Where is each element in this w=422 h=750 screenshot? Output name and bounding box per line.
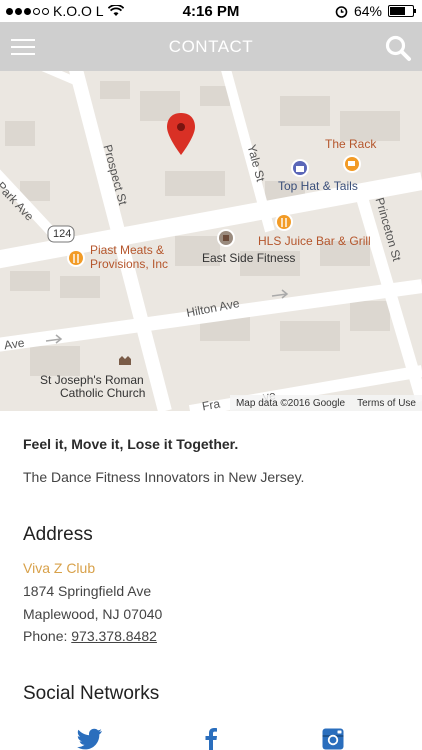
street-address: 1874 Springfield Ave <box>23 583 152 599</box>
address-heading: Address <box>23 524 93 545</box>
poi-label: Piast Meats & <box>90 243 165 257</box>
poi-label: Catholic Church <box>60 386 146 400</box>
social-heading: Social Networks <box>23 683 160 704</box>
battery-icon <box>388 5 416 17</box>
poi-label: St Joseph's Roman <box>40 373 144 387</box>
subtagline: The Dance Fitness Innovators in New Jers… <box>23 469 305 485</box>
terms-link[interactable]: Terms of Use <box>357 398 416 409</box>
fitness-marker-icon <box>217 229 235 247</box>
map-attribution: Map data ©2016 Google Terms of Use <box>229 395 422 411</box>
status-right: 64% <box>335 3 416 19</box>
nav-bar: CONTACT <box>0 22 422 71</box>
poi-label: Top Hat & Tails <box>278 179 358 193</box>
city-address: Maplewood, NJ 07040 <box>23 606 163 622</box>
instagram-icon[interactable] <box>322 728 344 750</box>
alarm-icon <box>335 5 348 18</box>
battery-percent: 64% <box>353 3 382 19</box>
poi-label: HLS Juice Bar & Grill <box>258 234 371 248</box>
shopping-marker-icon <box>291 159 309 177</box>
page-title: CONTACT <box>168 37 254 56</box>
club-name-link[interactable]: Viva Z Club <box>23 560 95 576</box>
poi-label: The Rack <box>325 137 377 151</box>
street-label: Fra <box>200 396 222 411</box>
poi-label: Provisions, Inc <box>90 257 169 271</box>
restaurant-marker-icon <box>343 155 361 173</box>
phone-row: Phone: 973.378.8482 <box>23 628 157 644</box>
phone-link[interactable]: 973.378.8482 <box>71 628 157 644</box>
route-number: 124 <box>53 228 72 240</box>
food-marker-icon-2 <box>67 249 85 267</box>
poi-label: East Side Fitness <box>202 251 296 265</box>
tagline: Feel it, Move it, Lose it Together. <box>23 436 239 452</box>
twitter-icon[interactable] <box>77 728 103 750</box>
church-marker-icon <box>117 353 133 369</box>
map-data-text: Map data ©2016 Google <box>235 397 346 409</box>
status-bar: K.O.O L 4:16 PM 64% <box>0 0 422 22</box>
phone-label: Phone: <box>23 628 68 644</box>
search-icon[interactable] <box>384 34 412 62</box>
food-marker-icon <box>275 213 293 231</box>
facebook-icon[interactable] <box>204 728 218 750</box>
social-icons <box>0 728 422 750</box>
street-label: Ave <box>3 335 26 353</box>
location-pin-icon <box>167 113 195 155</box>
location-map[interactable]: Prospect St Yale St Park Ave Princeton S… <box>0 71 422 411</box>
